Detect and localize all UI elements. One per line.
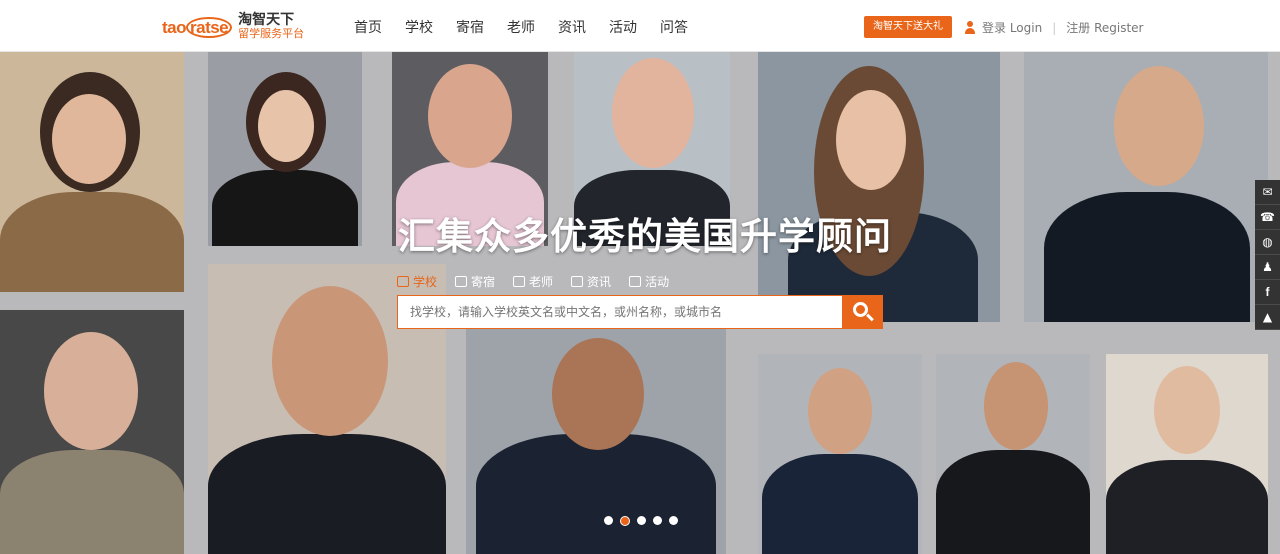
promo-button[interactable]: 淘智天下送大礼 [864,16,952,38]
advisor-photo [758,354,922,554]
advisor-photo [0,310,184,554]
nav-qa[interactable]: 问答 [660,17,688,37]
nav-schools[interactable]: 学校 [405,17,433,37]
logo-mark: tao ratse [162,16,233,38]
advisor-photo [208,52,362,246]
wechat-icon[interactable]: ◍ [1255,230,1280,255]
search-tab-schools[interactable]: 学校 [397,273,437,290]
advisor-photo [0,52,184,292]
user-icon [964,21,976,34]
carousel-pagination [604,516,678,526]
search-tab-label: 资讯 [587,275,612,289]
carousel-dot[interactable] [669,516,678,525]
school-icon [397,276,409,287]
search-tab-label: 活动 [645,275,670,289]
carousel-dot[interactable] [653,516,662,525]
advisor-photo [466,324,726,554]
qq-icon[interactable]: ♟ [1255,255,1280,280]
mail-icon[interactable]: ✉ [1255,180,1280,205]
search-tab-label: 寄宿 [471,275,496,289]
nav-home[interactable]: 首页 [354,17,382,37]
top-header: tao ratse 淘智天下 留学服务平台 首页 学校 寄宿 老师 资讯 活动 问… [0,0,1280,52]
logo-title: 淘智天下 [238,12,295,28]
side-toolbar: ✉ ☎ ◍ ♟ f ▲ [1255,180,1280,330]
advisor-photo [758,52,1000,322]
register-link[interactable]: 注册 Register [1066,19,1143,36]
site-logo[interactable]: tao ratse 淘智天下 留学服务平台 [162,10,304,44]
advisor-photo [1024,52,1268,322]
search-tabs: 学校 寄宿 老师 资讯 活动 [397,273,669,290]
auth-separator: | [1052,20,1057,35]
carousel-dot[interactable] [637,516,646,525]
search-input[interactable] [397,295,843,329]
advisor-photo [936,354,1090,554]
search-tab-homestay[interactable]: 寄宿 [455,273,495,290]
login-link[interactable]: 登录 Login [982,19,1042,36]
search-tab-label: 学校 [413,275,438,289]
auth-links: 登录 Login | 注册 Register [964,19,1143,36]
search-tab-news[interactable]: 资讯 [571,273,611,290]
carousel-dot[interactable] [604,516,613,525]
phone-icon[interactable]: ☎ [1255,205,1280,230]
hero-title: 汇集众多优秀的美国升学顾问 [398,215,892,258]
flag-icon [629,276,642,287]
news-icon [571,276,584,287]
rocket-icon[interactable]: ▲ [1255,305,1280,330]
home-icon [455,276,468,287]
nav-events[interactable]: 活动 [609,17,637,37]
search-tab-events[interactable]: 活动 [629,273,669,290]
main-nav: 首页 学校 寄宿 老师 资讯 活动 问答 [354,17,688,37]
search-tab-label: 老师 [529,275,554,289]
facebook-icon[interactable]: f [1255,280,1280,305]
search-tab-teachers[interactable]: 老师 [513,273,553,290]
search-bar [397,295,883,329]
advisor-photo [1106,354,1268,554]
search-button[interactable] [843,295,883,329]
nav-news[interactable]: 资讯 [558,17,586,37]
nav-teachers[interactable]: 老师 [507,17,535,37]
nav-homestay[interactable]: 寄宿 [456,17,484,37]
teacher-icon [513,276,526,287]
carousel-dot-active[interactable] [620,516,630,526]
logo-subtitle: 留学服务平台 [238,27,305,40]
